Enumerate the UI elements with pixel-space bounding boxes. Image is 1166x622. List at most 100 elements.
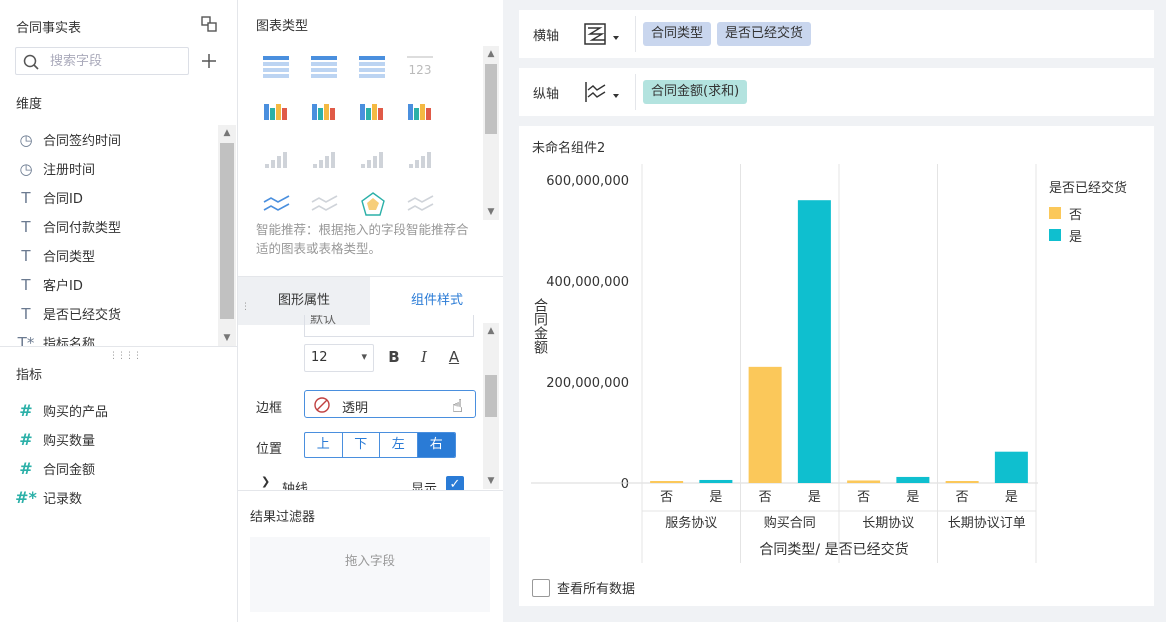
field-item[interactable]: T 合同付款类型 bbox=[0, 212, 218, 241]
chevron-right-icon[interactable]: ❯ bbox=[261, 475, 270, 488]
resize-grip-icon[interactable]: ⋮ bbox=[241, 302, 250, 312]
scroll-down-icon[interactable]: ▼ bbox=[218, 330, 236, 346]
y-axis-type-icon[interactable] bbox=[583, 80, 623, 104]
scroll-thumb[interactable] bbox=[220, 143, 234, 319]
field-item[interactable]: # 购买的产品 bbox=[0, 396, 218, 425]
font-family-select[interactable]: 默认 bbox=[304, 315, 474, 337]
field-label: 合同签约时间 bbox=[43, 134, 122, 149]
switch-table-icon[interactable] bbox=[200, 15, 218, 33]
field-item[interactable]: ◷ 注册时间 bbox=[0, 154, 218, 183]
filter-drop-zone[interactable]: 拖入字段 bbox=[250, 537, 490, 612]
bold-icon[interactable]: B bbox=[384, 348, 404, 368]
scroll-thumb[interactable] bbox=[485, 64, 497, 134]
axis-field-pill[interactable]: 合同类型 bbox=[643, 22, 712, 46]
chart-type-scrollbar[interactable]: ▲ ▼ bbox=[483, 46, 499, 220]
checkbox[interactable] bbox=[532, 578, 550, 597]
field-item[interactable]: T* 指标名称 bbox=[0, 328, 218, 347]
multi-series-bar-icon[interactable] bbox=[405, 98, 437, 126]
x-axis-type-icon[interactable] bbox=[583, 22, 623, 46]
field-label: 购买数量 bbox=[43, 434, 96, 449]
field-item[interactable]: T 合同类型 bbox=[0, 241, 218, 270]
range-bar-icon[interactable] bbox=[357, 144, 389, 172]
bar bbox=[847, 480, 881, 483]
scroll-up-icon[interactable]: ▲ bbox=[483, 323, 499, 339]
x-axis-title: 合同类型/ 是否已经交货 bbox=[759, 541, 908, 558]
grouped-table-icon[interactable] bbox=[261, 52, 293, 80]
kpi-card-icon[interactable] bbox=[309, 98, 341, 126]
field-item[interactable]: # 合同金额 bbox=[0, 454, 218, 483]
waterfall-icon[interactable] bbox=[405, 144, 437, 172]
x-subcategory-label: 否 bbox=[660, 490, 673, 505]
chart-legend: 是否已经交货 否是 bbox=[1049, 177, 1127, 246]
chart-component[interactable]: 未命名组件2 600,000,000 400,000,000 200,000,000… bbox=[519, 126, 1154, 606]
grouped-bar-icon[interactable] bbox=[261, 144, 293, 172]
cross-table-icon[interactable] bbox=[357, 52, 389, 80]
scroll-thumb[interactable] bbox=[485, 375, 497, 417]
x-subcategory-label: 是 bbox=[906, 490, 919, 505]
position-option[interactable]: 下 bbox=[343, 433, 380, 457]
field-label: 是否已经交货 bbox=[43, 308, 122, 323]
bar bbox=[748, 366, 782, 483]
table-name: 合同事实表 bbox=[16, 21, 82, 36]
field-item[interactable]: T 客户ID bbox=[0, 270, 218, 299]
y-tick-label: 600,000,000 bbox=[546, 174, 629, 189]
radar-icon[interactable] bbox=[357, 190, 389, 218]
hand-cursor-icon: ☝ bbox=[452, 396, 463, 417]
calculated-text-icon: T* bbox=[17, 333, 35, 347]
scroll-down-icon[interactable]: ▼ bbox=[483, 473, 499, 489]
measure-list: # 购买的产品 # 购买数量 # 合同金额 #* 记录数 bbox=[0, 396, 218, 516]
text-table-icon[interactable] bbox=[261, 98, 293, 126]
search-input[interactable] bbox=[50, 52, 180, 70]
legend-item[interactable]: 否 bbox=[1049, 202, 1127, 224]
field-item[interactable]: T 合同ID bbox=[0, 183, 218, 212]
font-color-icon[interactable]: A bbox=[444, 348, 464, 368]
area-chart-icon[interactable] bbox=[405, 190, 437, 218]
italic-icon[interactable]: I bbox=[414, 348, 434, 368]
axis-line-row[interactable]: ❯ 轴线 显示 ✓ bbox=[256, 472, 466, 490]
resize-grip-icon[interactable]: ⋮⋮⋮⋮ bbox=[109, 351, 142, 361]
scroll-down-icon[interactable]: ▼ bbox=[483, 204, 499, 220]
add-field-icon[interactable] bbox=[200, 52, 218, 70]
heatmap-icon[interactable] bbox=[357, 98, 389, 126]
axis-field-pill[interactable]: 是否已经交货 bbox=[717, 22, 812, 46]
field-label: 合同ID bbox=[43, 192, 83, 207]
field-item[interactable]: ◷ 合同签约时间 bbox=[0, 125, 218, 154]
field-item[interactable]: #* 记录数 bbox=[0, 483, 218, 512]
x-category-label: 长期协议 bbox=[862, 516, 914, 531]
field-label: 合同付款类型 bbox=[43, 221, 122, 236]
x-axis-label: 横轴 bbox=[533, 29, 560, 44]
x-axis-bar: 横轴 合同类型 是否已经交货 bbox=[519, 10, 1154, 58]
style-scrollbar[interactable]: ▲ ▼ bbox=[483, 323, 499, 489]
axis-show-checkbox[interactable]: ✓ bbox=[446, 476, 464, 490]
position-option[interactable]: 右 bbox=[417, 433, 455, 457]
kpi-number-icon[interactable]: 123 bbox=[405, 52, 437, 80]
text-icon: T bbox=[21, 188, 31, 207]
scroll-up-icon[interactable]: ▲ bbox=[483, 46, 499, 62]
x-subcategory-label: 否 bbox=[857, 490, 870, 505]
legend-label: 否 bbox=[1069, 207, 1083, 223]
line-chart-icon[interactable] bbox=[261, 190, 293, 218]
legend-item[interactable]: 是 bbox=[1049, 224, 1127, 246]
dimension-list: ◷ 合同签约时间 ◷ 注册时间 T 合同ID T 合同付款类型 T 合同类型 T 客户ID T 是否已经交… bbox=[0, 125, 218, 347]
scroll-up-icon[interactable]: ▲ bbox=[218, 125, 236, 141]
smart-recommend-hint: 智能推荐：根据拖入的字段智能推荐合适的图表或表格类型。 bbox=[256, 222, 469, 256]
field-item[interactable]: # 购买数量 bbox=[0, 425, 218, 454]
dimension-scrollbar[interactable]: ▲ ▼ bbox=[218, 125, 236, 346]
x-subcategory-label: 否 bbox=[759, 490, 772, 505]
border-select[interactable]: 透明 bbox=[304, 390, 476, 418]
axis-field-pill[interactable]: 合同金额(求和) bbox=[643, 80, 748, 104]
divider bbox=[238, 490, 503, 491]
x-category-label: 服务协议 bbox=[665, 515, 717, 531]
field-search[interactable] bbox=[15, 47, 189, 75]
chevron-down-icon: ▾ bbox=[361, 350, 367, 363]
position-option[interactable]: 上 bbox=[305, 433, 343, 457]
bar-chart-icon[interactable] bbox=[309, 144, 341, 172]
text-icon: T bbox=[21, 217, 31, 236]
position-option[interactable]: 左 bbox=[380, 433, 418, 457]
view-all-data-checkbox[interactable]: 查看所有数据 bbox=[532, 578, 635, 597]
field-item[interactable]: T 是否已经交货 bbox=[0, 299, 218, 328]
y-tick-label: 0 bbox=[621, 477, 629, 492]
detail-table-icon[interactable] bbox=[309, 52, 341, 80]
font-size-select[interactable]: 12 ▾ bbox=[304, 344, 374, 372]
polyline-icon[interactable] bbox=[309, 190, 341, 218]
